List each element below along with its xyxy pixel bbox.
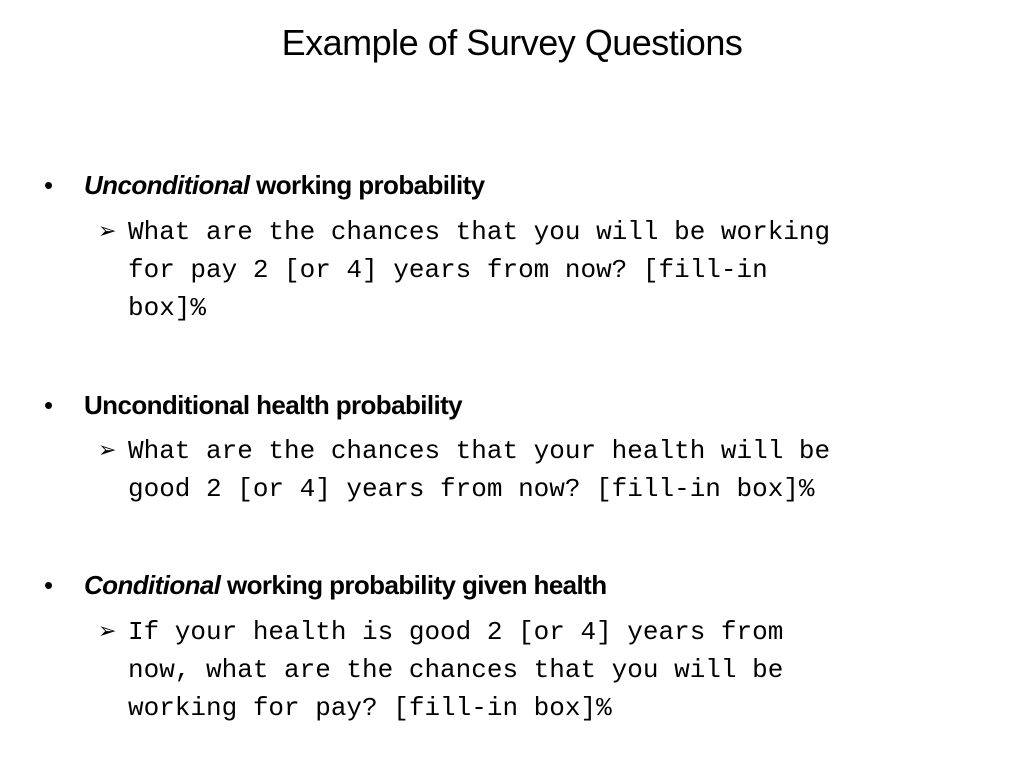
arrow-bullet-icon: ➢ <box>98 438 117 463</box>
survey-question: What are the chances that you will be wo… <box>128 217 831 323</box>
bullet-heading: Unconditional health probability <box>84 390 463 420</box>
bullet-heading: Unconditional working probability <box>84 170 485 200</box>
arrow-bullet-icon: ➢ <box>98 619 117 644</box>
bullet-icon: • <box>44 570 54 600</box>
arrow-bullet-icon: ➢ <box>98 219 117 244</box>
slide-title: Example of Survey Questions <box>281 22 743 63</box>
bullet-heading: Conditional working probability given he… <box>84 570 607 600</box>
bullet-icon: • <box>44 390 54 420</box>
bullet-icon: • <box>44 170 54 200</box>
survey-question: If your health is good 2 [or 4] years fr… <box>128 617 784 723</box>
survey-question: What are the chances that your health wi… <box>128 436 831 504</box>
